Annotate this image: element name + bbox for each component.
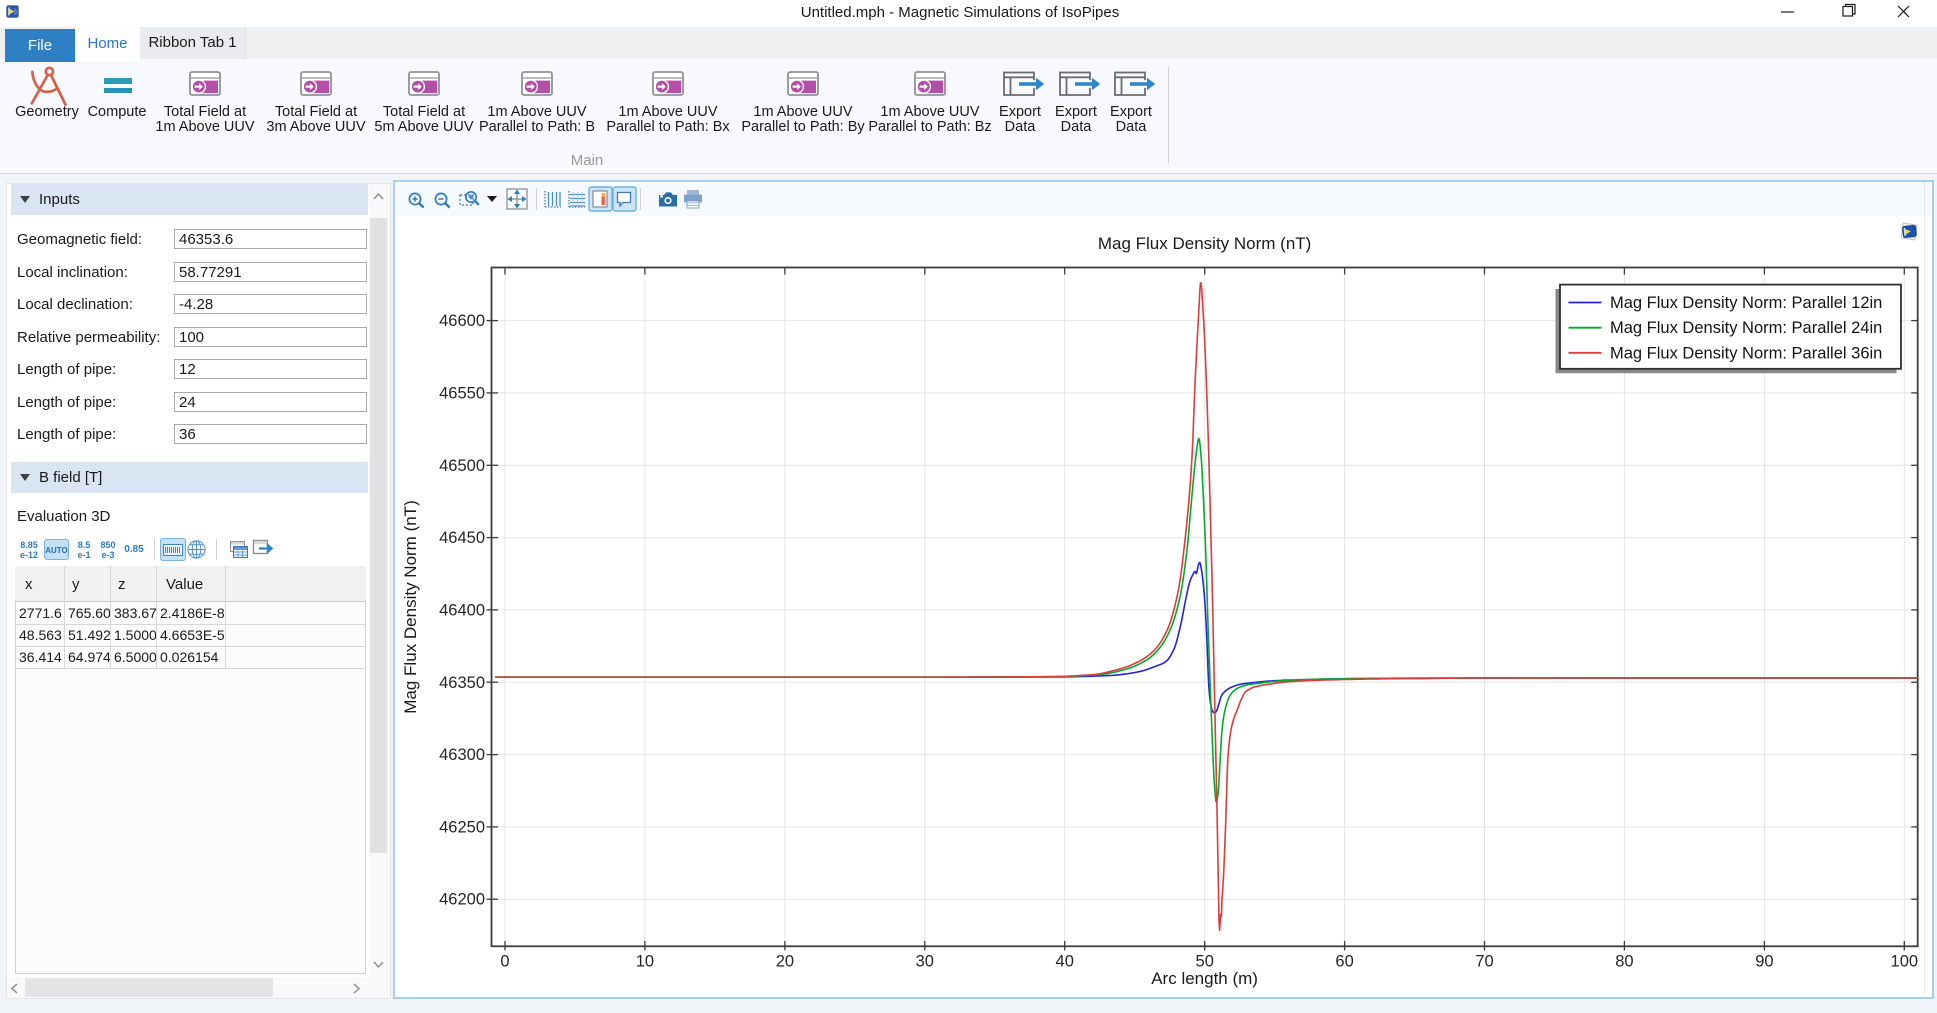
svg-text:46300: 46300: [439, 746, 485, 764]
svg-text:46550: 46550: [439, 384, 485, 402]
svg-text:40: 40: [1056, 953, 1074, 971]
svg-text:46250: 46250: [439, 818, 485, 836]
svg-text:90: 90: [1755, 953, 1773, 971]
svg-text:100: 100: [1891, 953, 1919, 971]
svg-text:Mag Flux Density Norm (nT): Mag Flux Density Norm (nT): [401, 500, 420, 713]
svg-text:70: 70: [1475, 953, 1493, 971]
svg-text:80: 80: [1615, 953, 1633, 971]
svg-text:46600: 46600: [439, 312, 485, 330]
svg-text:50: 50: [1196, 953, 1214, 971]
svg-text:20: 20: [776, 953, 794, 971]
svg-text:10: 10: [636, 953, 654, 971]
svg-text:Mag Flux Density Norm: Paralle: Mag Flux Density Norm: Parallel 12in: [1610, 294, 1882, 312]
svg-text:46400: 46400: [439, 601, 485, 619]
svg-text:Mag Flux Density Norm: Paralle: Mag Flux Density Norm: Parallel 36in: [1610, 344, 1882, 362]
svg-text:46200: 46200: [439, 891, 485, 909]
svg-text:46500: 46500: [439, 457, 485, 475]
svg-text:30: 30: [916, 953, 934, 971]
svg-text:60: 60: [1335, 953, 1353, 971]
svg-text:Arc length (m): Arc length (m): [1151, 969, 1258, 988]
svg-text:46350: 46350: [439, 674, 485, 692]
svg-text:46450: 46450: [439, 529, 485, 547]
svg-text:0: 0: [500, 953, 509, 971]
svg-text:Mag Flux Density Norm: Paralle: Mag Flux Density Norm: Parallel 24in: [1610, 319, 1882, 337]
svg-text:Mag Flux Density Norm (nT): Mag Flux Density Norm (nT): [1098, 234, 1311, 253]
